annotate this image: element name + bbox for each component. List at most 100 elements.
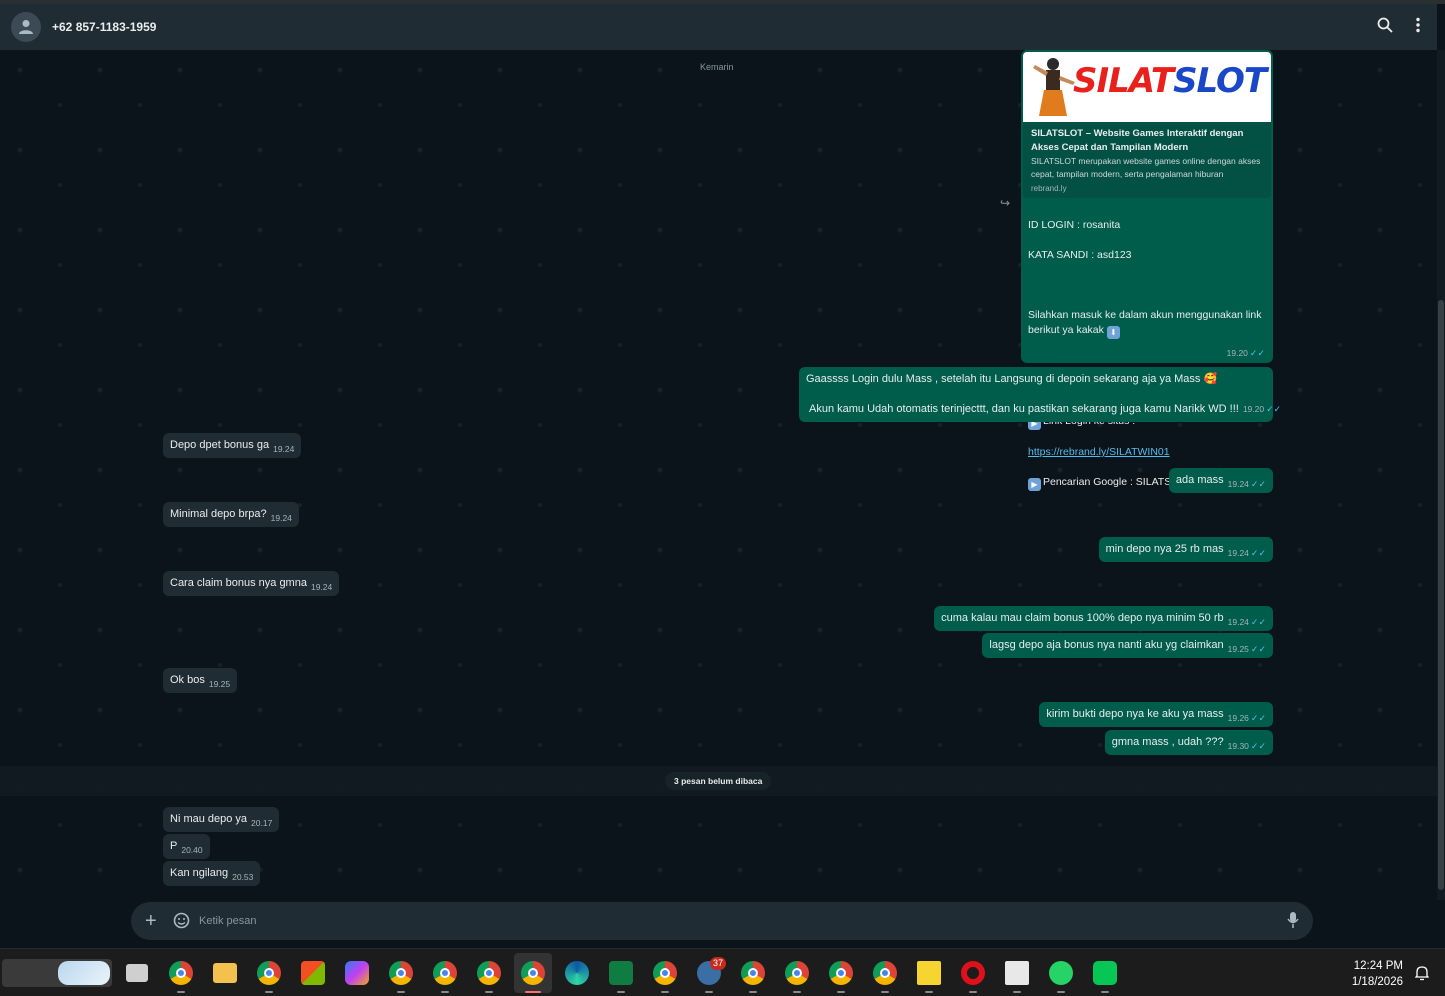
message-time: 19.24 <box>270 513 292 523</box>
read-ticks-icon: ✓✓ <box>1249 348 1265 358</box>
outgoing-message[interactable]: lagsg depo aja bonus nya nanti aku yg cl… <box>982 633 1273 658</box>
running-indicator <box>837 991 845 993</box>
contact-name[interactable]: +62 857-1183-1959 <box>52 20 156 34</box>
read-ticks-icon: ✓✓ <box>1266 404 1282 414</box>
chat-scrollbar[interactable] <box>1437 50 1445 900</box>
message-time: 19.24 <box>1227 479 1249 489</box>
microsoft-store-icon[interactable] <box>301 961 325 985</box>
outgoing-message[interactable]: Gaassss Login dulu Mass , setelah itu La… <box>799 367 1281 422</box>
down-arrow-emoji-icon: ⬇ <box>1106 326 1120 339</box>
taskbar-search[interactable] <box>2 959 112 987</box>
message-time: 19.25 <box>208 679 231 689</box>
link-preview-banner[interactable]: SILATSLOT <box>1023 52 1271 122</box>
login-id-line: ID LOGIN : rosanita <box>1028 219 1121 231</box>
login-link[interactable]: https://rebrand.ly/SILATWIN01 <box>1028 446 1170 458</box>
chrome-profile-icon[interactable] <box>389 961 413 985</box>
chat-area[interactable]: Kemarin ↪ SILATSLOT SILATSLOT – Website … <box>0 50 1437 900</box>
scrollbar-thumb[interactable] <box>1438 300 1444 890</box>
running-indicator <box>485 991 493 993</box>
attach-plus-icon[interactable]: + <box>145 911 157 931</box>
running-indicator <box>1013 991 1021 993</box>
outgoing-message[interactable]: ada mass 19.24 ✓✓ <box>1168 468 1273 493</box>
active-indicator <box>525 991 541 993</box>
link-message-bubble[interactable]: SILATSLOT SILATSLOT – Website Games Inte… <box>1021 50 1273 491</box>
read-ticks-icon: ✓✓ <box>1250 644 1266 654</box>
chrome-profile-icon[interactable] <box>257 961 281 985</box>
notification-badge: 37 <box>710 957 726 970</box>
chrome-profile-icon[interactable] <box>785 961 809 985</box>
incoming-message[interactable]: Ni mau depo ya 20.17 <box>163 807 280 832</box>
link-preview-card[interactable]: SILATSLOT – Website Games Interaktif den… <box>1023 122 1271 198</box>
copilot-icon[interactable] <box>345 961 369 985</box>
message-text: P <box>170 840 178 852</box>
chrome-profile-icon[interactable] <box>433 961 457 985</box>
opera-icon[interactable] <box>961 961 985 985</box>
chrome-profile-icon[interactable] <box>477 961 501 985</box>
search-icon[interactable] <box>1377 17 1393 33</box>
fighter-logo-icon <box>1033 58 1075 116</box>
incoming-message[interactable]: Kan ngilang 20.53 <box>163 861 261 886</box>
sticky-notes-icon[interactable] <box>917 961 941 985</box>
message-text: gmna mass , udah ??? <box>1111 736 1224 748</box>
message-text: Depo dpet bonus ga <box>170 439 270 451</box>
edge-icon[interactable] <box>565 961 589 985</box>
running-indicator <box>793 991 801 993</box>
more-options-icon[interactable] <box>1415 17 1421 33</box>
whatsapp-icon[interactable] <box>1049 961 1073 985</box>
chrome-active-icon[interactable] <box>521 961 545 985</box>
running-indicator <box>881 991 889 993</box>
message-text: Ok bos <box>170 674 205 686</box>
message-text: Kan ngilang <box>170 867 229 879</box>
read-ticks-icon: ✓✓ <box>1250 548 1266 558</box>
incoming-message[interactable]: P 20.40 <box>163 834 210 859</box>
outgoing-message[interactable]: kirim bukti depo nya ke aku ya mass 19.26… <box>1039 702 1273 727</box>
incoming-message[interactable]: Ok bos 19.25 <box>163 668 238 693</box>
chrome-profile-icon[interactable] <box>653 961 677 985</box>
file-explorer-icon[interactable] <box>213 963 237 983</box>
sticker-emoji-icon[interactable] <box>173 912 190 929</box>
contact-avatar[interactable] <box>11 12 41 42</box>
task-view-icon[interactable] <box>126 964 148 982</box>
message-time: 19.24 <box>273 444 295 454</box>
forward-icon[interactable]: ↪ <box>1000 196 1010 210</box>
person-icon <box>19 20 33 34</box>
outgoing-message[interactable]: cuma kalau mau claim bonus 100% depo nya… <box>934 606 1273 631</box>
message-time: 20.40 <box>181 845 203 855</box>
excel-icon[interactable] <box>609 961 633 985</box>
composer-box: + <box>131 902 1313 940</box>
notification-bell-icon[interactable] <box>1415 965 1429 981</box>
incoming-message[interactable]: Cara claim bonus nya gmna 19.24 <box>163 571 340 596</box>
message-input[interactable] <box>199 912 1249 930</box>
unread-count-label: 3 pesan belum dibaca <box>665 772 772 790</box>
password-line: KATA SANDI : asd123 <box>1028 249 1132 261</box>
line-app-icon[interactable] <box>1093 961 1117 985</box>
unread-divider: 3 pesan belum dibaca <box>0 766 1437 796</box>
message-text: Akun kamu Udah otomatis terinjecttt, dan… <box>809 403 1239 415</box>
running-indicator <box>617 991 625 993</box>
windows-taskbar: 37 12:24 PM 1/18/2026 <box>0 948 1445 996</box>
incoming-message[interactable]: Depo dpet bonus ga 19.24 <box>163 433 302 458</box>
chrome-profile-icon[interactable] <box>873 961 897 985</box>
running-indicator <box>705 991 713 993</box>
text-editor-icon[interactable] <box>1005 961 1029 985</box>
message-time: 19.26 <box>1227 713 1249 723</box>
message-time: 20.53 <box>232 872 254 882</box>
chrome-icon[interactable] <box>169 961 193 985</box>
running-indicator <box>397 991 405 993</box>
message-time: 19.20 <box>1242 404 1265 414</box>
microphone-icon[interactable] <box>1287 911 1299 929</box>
chrome-profile-icon[interactable] <box>741 961 765 985</box>
system-clock[interactable]: 12:24 PM 1/18/2026 <box>1352 958 1403 990</box>
chrome-profile-icon[interactable] <box>829 961 853 985</box>
running-indicator <box>177 991 185 993</box>
running-indicator <box>969 991 977 993</box>
running-indicator <box>1057 991 1065 993</box>
message-time: 19.30 <box>1227 741 1249 751</box>
running-indicator <box>749 991 757 993</box>
outgoing-message[interactable]: gmna mass , udah ??? 19.30 ✓✓ <box>1104 730 1273 755</box>
incoming-message[interactable]: Minimal depo brpa? 19.24 <box>163 502 299 527</box>
message-text: cuma kalau mau claim bonus 100% depo nya… <box>941 612 1224 624</box>
outgoing-message[interactable]: min depo nya 25 rb mas 19.24 ✓✓ <box>1098 537 1273 562</box>
running-indicator <box>265 991 273 993</box>
instruction-line: Silahkan masuk ke dalam akun menggunakan… <box>1028 309 1262 339</box>
